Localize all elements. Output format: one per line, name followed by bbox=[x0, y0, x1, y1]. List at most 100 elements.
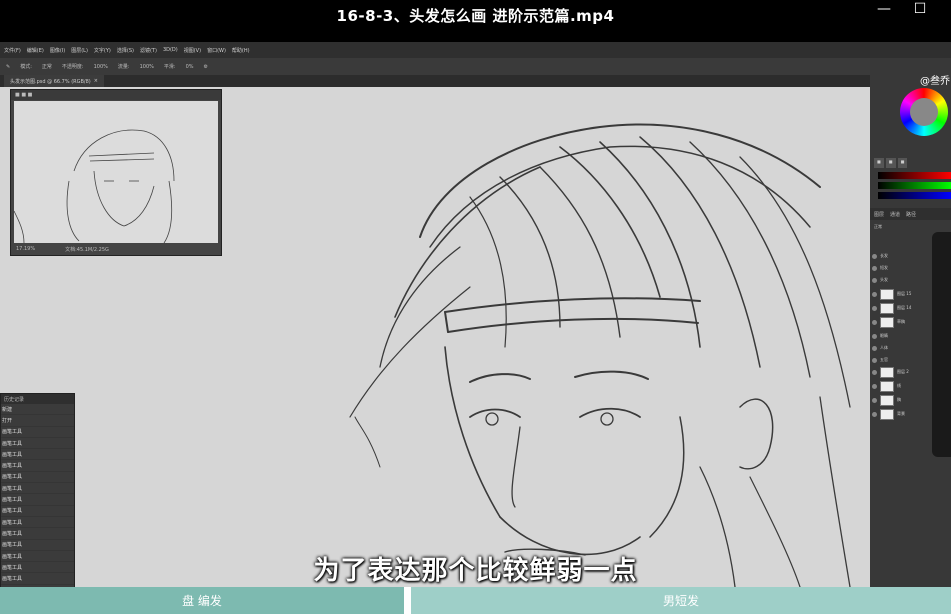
maximize-button[interactable]: ☐ bbox=[910, 0, 930, 18]
layer-row[interactable]: 长发 bbox=[872, 250, 932, 262]
eye-icon[interactable] bbox=[872, 383, 877, 389]
history-item[interactable]: 画笔工具 bbox=[1, 472, 74, 484]
gear-icon[interactable]: ⚙ bbox=[204, 64, 208, 70]
layer-row[interactable]: 草稿 bbox=[872, 316, 932, 328]
opt-flow-value[interactable]: 100% bbox=[140, 64, 154, 70]
layers-tabs: 图层 通道 路径 bbox=[870, 208, 951, 220]
tab-color-a[interactable]: ■ bbox=[874, 158, 884, 168]
history-item[interactable]: 画笔工具 bbox=[1, 506, 74, 517]
opt-mode-value[interactable]: 正常 bbox=[42, 63, 52, 70]
eye-icon[interactable] bbox=[872, 291, 877, 297]
menu-type[interactable]: 文字(Y) bbox=[94, 47, 111, 54]
history-item[interactable]: 画笔工具 bbox=[1, 427, 74, 438]
menu-view[interactable]: 视图(V) bbox=[184, 47, 201, 54]
navigator-header: ■ ■ ■ bbox=[11, 90, 221, 100]
chapter-segment[interactable]: 盘 编发 bbox=[0, 587, 404, 614]
history-item[interactable]: 画笔工具 bbox=[1, 528, 74, 540]
menu-edit[interactable]: 编辑(E) bbox=[27, 47, 44, 54]
navigator-docsize: 文档:45.1M/2.25G bbox=[65, 246, 109, 253]
eye-icon[interactable] bbox=[872, 277, 877, 283]
layer-row[interactable]: 五官 bbox=[872, 354, 932, 366]
tab-paths[interactable]: 路径 bbox=[906, 211, 916, 218]
history-item[interactable]: 新建 bbox=[1, 404, 74, 416]
navigator-panel: ■ ■ ■ 17.19% 文档:45.1M/2.25G bbox=[10, 89, 222, 256]
video-title: 16-8-3、头发怎么画 进阶示范篇.mp4 bbox=[336, 7, 615, 25]
eye-icon[interactable] bbox=[872, 345, 877, 351]
menu-file[interactable]: 文件(F) bbox=[4, 47, 21, 54]
watermark-logo: @叁乔 bbox=[920, 76, 950, 87]
layer-thumbnail bbox=[880, 366, 894, 378]
app-menubar: 文件(F) 编辑(E) 图像(I) 图层(L) 文字(Y) 选择(S) 滤镜(T… bbox=[0, 42, 951, 58]
layer-row[interactable]: 短发 bbox=[872, 262, 932, 274]
eye-icon[interactable] bbox=[872, 397, 877, 403]
eye-icon[interactable] bbox=[872, 265, 877, 271]
menu-3d[interactable]: 3D(D) bbox=[163, 47, 178, 53]
red-slider[interactable] bbox=[878, 172, 951, 179]
layer-thumbnail bbox=[880, 288, 894, 300]
history-item[interactable]: 画笔工具 bbox=[1, 438, 74, 450]
history-item[interactable]: 画笔工具 bbox=[1, 483, 74, 495]
playhead-marker[interactable] bbox=[404, 587, 411, 614]
opt-opacity-value[interactable]: 100% bbox=[94, 64, 108, 70]
document-tab[interactable]: 头发示范图.psd @ 66.7% (RGB/8) × bbox=[4, 75, 104, 87]
layer-row[interactable]: 图层 15 bbox=[872, 288, 932, 300]
eye-icon[interactable] bbox=[872, 253, 877, 259]
side-popup[interactable] bbox=[932, 232, 951, 457]
history-item[interactable]: 画笔工具 bbox=[1, 460, 74, 472]
layer-thumbnail bbox=[880, 380, 894, 392]
blue-slider[interactable] bbox=[878, 192, 951, 199]
video-subtitle: 为了表达那个比较鲜弱一点 bbox=[313, 556, 638, 586]
menu-select[interactable]: 选择(S) bbox=[117, 47, 134, 54]
history-item[interactable]: 画笔工具 bbox=[1, 517, 74, 529]
layer-row[interactable]: 头发 bbox=[872, 274, 932, 286]
opt-opacity-label: 不透明度: bbox=[61, 64, 84, 70]
tab-channels[interactable]: 通道 bbox=[890, 211, 900, 218]
tab-layers[interactable]: 图层 bbox=[874, 211, 884, 218]
layer-row[interactable]: 图层 2 bbox=[872, 366, 932, 378]
layer-thumbnail bbox=[880, 316, 894, 328]
thumbnail-sketch bbox=[14, 129, 175, 243]
history-item[interactable]: 画笔工具 bbox=[1, 449, 74, 461]
history-item[interactable]: 画笔工具 bbox=[1, 494, 74, 506]
layer-row[interactable]: 人体 bbox=[872, 342, 932, 354]
layer-row[interactable]: 背景 bbox=[872, 408, 932, 420]
brush-icon[interactable]: ✎ bbox=[6, 64, 10, 70]
close-icon[interactable]: × bbox=[94, 78, 98, 84]
eye-icon[interactable] bbox=[872, 319, 877, 325]
blend-mode[interactable]: 正常 bbox=[874, 224, 882, 230]
tab-color-c[interactable]: ■ bbox=[897, 158, 908, 168]
document-tabbar: 头发示范图.psd @ 66.7% (RGB/8) × bbox=[0, 75, 870, 87]
menu-filter[interactable]: 滤镜(T) bbox=[140, 47, 157, 54]
menu-layer[interactable]: 图层(L) bbox=[71, 47, 88, 54]
menu-window[interactable]: 窗口(W) bbox=[207, 47, 226, 54]
opt-smooth-value[interactable]: 0% bbox=[186, 64, 194, 70]
layer-row[interactable]: 稿 bbox=[872, 394, 932, 406]
menu-help[interactable]: 帮助(H) bbox=[232, 47, 250, 54]
eye-icon[interactable] bbox=[872, 369, 877, 375]
chapter-segment[interactable]: 男短发 bbox=[411, 587, 951, 614]
navigator-footer: 17.19% 文档:45.1M/2.25G bbox=[14, 244, 218, 254]
minimize-button[interactable]: — bbox=[874, 0, 894, 18]
green-slider[interactable] bbox=[878, 182, 951, 189]
navigator-thumbnail[interactable] bbox=[14, 101, 218, 243]
video-titlebar: 16-8-3、头发怎么画 进阶示范篇.mp4 — ☐ bbox=[0, 0, 951, 42]
layer-thumbnail bbox=[880, 394, 894, 406]
navigator-zoom[interactable]: 17.19% bbox=[16, 246, 35, 252]
layer-row[interactable]: 图层 14 bbox=[872, 302, 932, 314]
opt-mode-label: 模式: bbox=[20, 64, 32, 70]
layer-row[interactable]: 线 bbox=[872, 380, 932, 392]
eye-icon[interactable] bbox=[872, 411, 877, 417]
history-header: 历史记录 bbox=[1, 394, 74, 404]
tab-color-b[interactable]: ■ bbox=[885, 158, 896, 168]
eye-icon[interactable] bbox=[872, 333, 877, 339]
video-frame[interactable]: 文件(F) 编辑(E) 图像(I) 图层(L) 文字(Y) 选择(S) 滤镜(T… bbox=[0, 42, 951, 587]
eye-icon[interactable] bbox=[872, 305, 877, 311]
history-item[interactable]: 打开 bbox=[1, 415, 74, 427]
eye-icon[interactable] bbox=[872, 357, 877, 363]
layer-thumbnail bbox=[880, 302, 894, 314]
chapter-bar: 盘 编发 男短发 bbox=[0, 587, 951, 614]
layer-row[interactable]: 眼睛 bbox=[872, 330, 932, 342]
color-wheel[interactable] bbox=[900, 88, 948, 136]
menu-image[interactable]: 图像(I) bbox=[50, 47, 65, 54]
opt-flow-label: 流量: bbox=[117, 64, 130, 70]
